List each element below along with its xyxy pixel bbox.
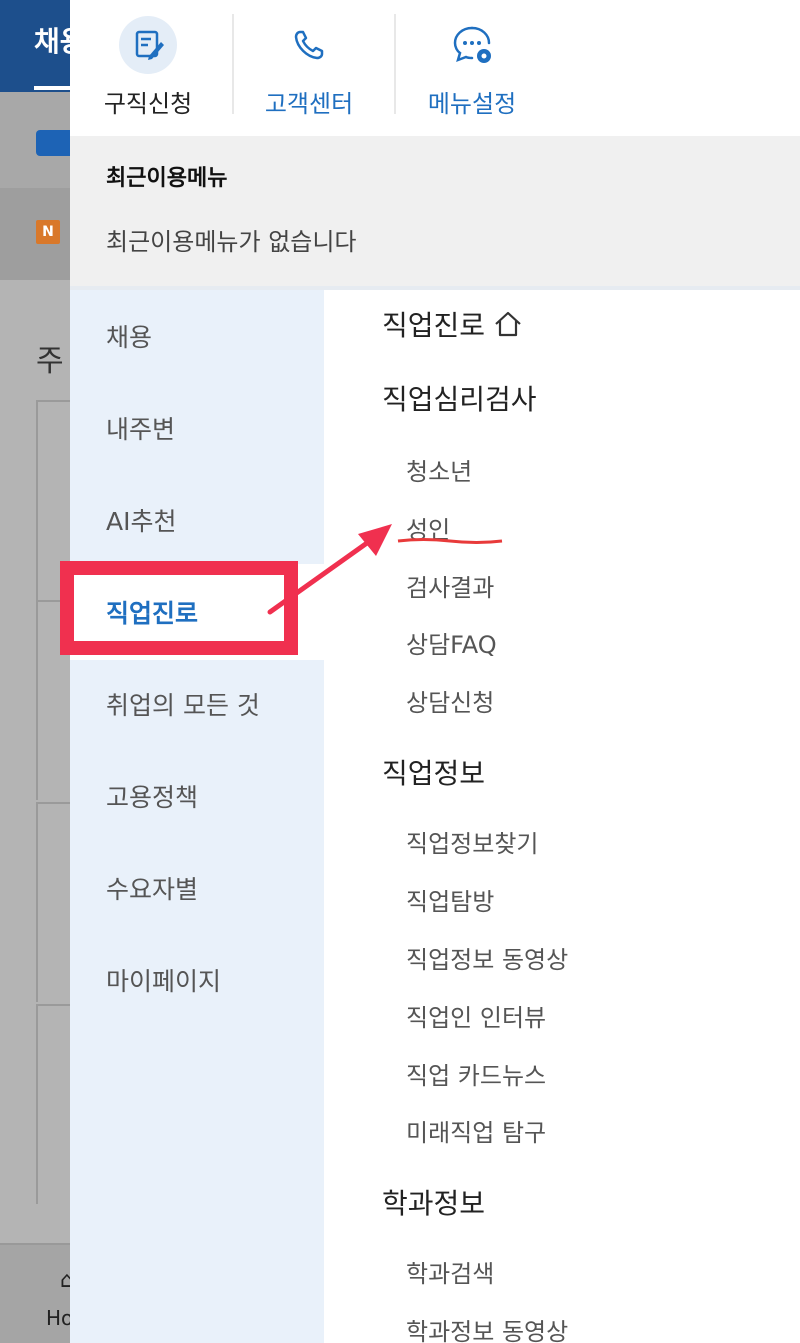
submenu-main-title-text: 직업진로 <box>382 309 486 342</box>
submenu-item-card-news[interactable]: 직업 카드뉴스 <box>406 1056 546 1091</box>
recent-menu-title: 최근이용메뉴 <box>106 166 228 191</box>
submenu-section-title[interactable]: 학과정보 <box>382 1182 485 1222</box>
phone-icon <box>280 16 338 74</box>
submenu-item-job-video[interactable]: 직업정보 동영상 <box>406 940 568 975</box>
bg-card <box>36 802 70 1002</box>
submenu-item-faq[interactable]: 상담FAQ <box>406 625 497 660</box>
quick-menu-settings[interactable]: 메뉴설정 <box>408 0 536 136</box>
bg-card <box>36 1004 70 1204</box>
recent-menu-empty: 최근이용메뉴가 없습니다 <box>106 228 357 256</box>
recent-menu-panel: 최근이용메뉴 최근이용메뉴가 없습니다 <box>70 136 800 286</box>
submenu-section-title[interactable]: 직업정보 <box>382 752 485 792</box>
bg-header-text: 채용 <box>34 25 70 58</box>
submenu-item-major-video[interactable]: 학과정보 동영상 <box>406 1312 568 1343</box>
submenu-item-job-explore[interactable]: 직업탐방 <box>406 882 494 917</box>
category-nav <box>70 290 324 1343</box>
annotation-underline <box>397 538 503 544</box>
submenu-item-consult-apply[interactable]: 상담신청 <box>406 683 494 718</box>
quick-menu-customer-center[interactable]: 고객센터 <box>246 0 372 136</box>
quick-menu-bar: 구직신청 고객센터 메뉴설정 <box>70 0 800 136</box>
nav-item-employment-policy[interactable]: 고용정책 <box>106 778 198 814</box>
bg-new-badge: N <box>36 220 60 244</box>
bg-tab-underline <box>34 86 70 90</box>
bg-search-button <box>36 130 70 156</box>
submenu-main-title[interactable]: 직업진로 <box>382 304 523 345</box>
quick-menu-label: 구직신청 <box>103 90 193 118</box>
nav-item-ai-recommend[interactable]: AI추천 <box>106 502 176 538</box>
submenu-section-title[interactable]: 직업심리검사 <box>382 378 537 418</box>
bg-section-title: 주 <box>36 344 64 379</box>
nav-item-mypage[interactable]: 마이페이지 <box>106 962 221 998</box>
quick-menu-divider <box>232 14 234 114</box>
nav-item-by-user[interactable]: 수요자별 <box>106 870 198 906</box>
quick-menu-divider <box>394 14 396 114</box>
edit-document-icon <box>119 16 177 74</box>
annotation-arrow-icon <box>267 524 392 615</box>
quick-menu-job-apply[interactable]: 구직신청 <box>80 0 216 136</box>
home-icon[interactable] <box>493 310 523 345</box>
nav-item-recruit[interactable]: 채용 <box>106 318 152 354</box>
quick-menu-label: 고객센터 <box>264 90 354 118</box>
nav-item-nearby[interactable]: 내주변 <box>106 410 175 446</box>
chat-gear-icon <box>443 16 501 74</box>
submenu-item-major-search[interactable]: 학과검색 <box>406 1254 494 1289</box>
submenu-item-future-job[interactable]: 미래직업 탐구 <box>406 1113 546 1148</box>
submenu-panel: 직업진로 직업심리검사 청소년 성인 검사결과 상담FAQ 상담신청 직업정보 … <box>324 290 800 1343</box>
quick-menu-label: 메뉴설정 <box>427 90 517 118</box>
nav-item-employment-all[interactable]: 취업의 모든 것 <box>106 686 260 722</box>
submenu-item-job-interview[interactable]: 직업인 인터뷰 <box>406 998 546 1033</box>
submenu-item-job-search[interactable]: 직업정보찾기 <box>406 824 538 859</box>
submenu-item-youth[interactable]: 청소년 <box>406 452 472 487</box>
submenu-item-test-result[interactable]: 검사결과 <box>406 568 494 603</box>
bg-header: 채용 <box>0 0 70 92</box>
side-drawer: 구직신청 고객센터 메뉴설정 최근이용메뉴 최근이용메뉴가 없습니다 채용 내주… <box>70 0 800 1343</box>
